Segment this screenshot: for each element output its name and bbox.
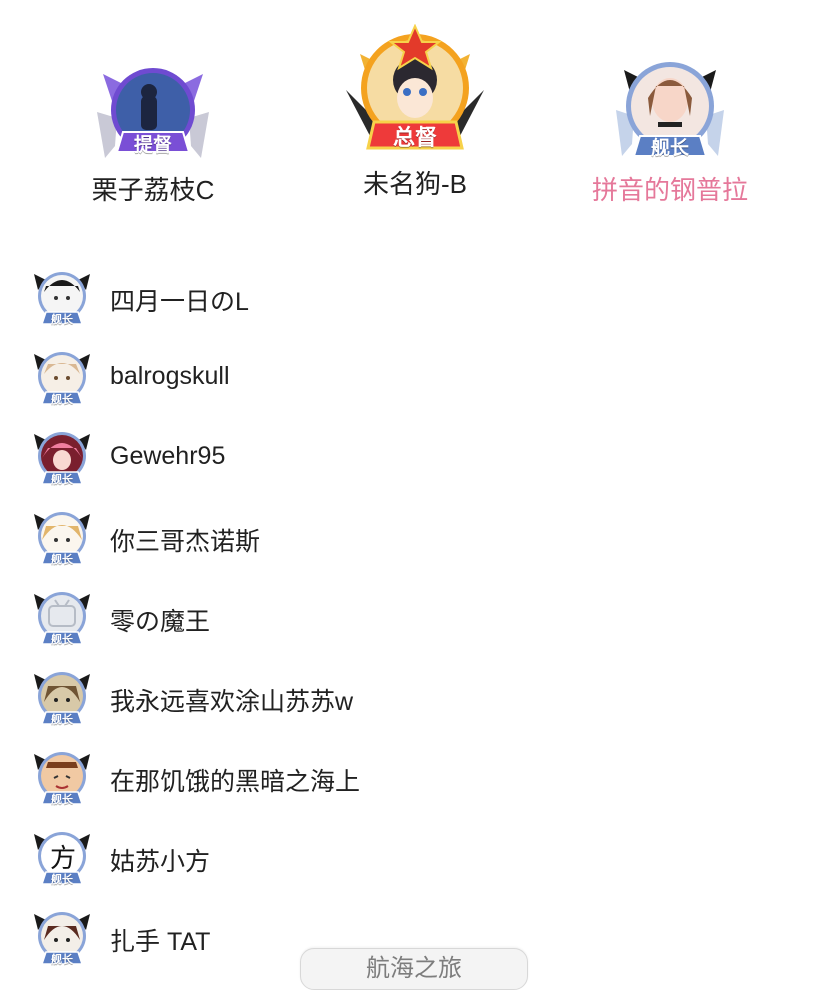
user-name: balrogskull [110,362,230,390]
user-name: Gewehr95 [110,442,226,470]
user-name: 姑苏小方 [110,848,211,876]
captain-badge-label: 舰长 [51,314,73,326]
voyage-tab-button[interactable]: 航海之旅 [300,948,528,990]
governor-badge-label: 总督 [392,125,438,150]
avatar: 舰长 [32,508,92,568]
top-three-section: 提督 栗子荔枝C 总督 未名狗-B 舰长 拼音的钢普拉 [0,0,828,230]
avatar: 舰长 [32,428,92,488]
captain-badge-label: 舰长 [51,714,73,726]
list-item[interactable]: 舰长 我永远喜欢涂山苏苏w [0,662,828,742]
captain-list: 舰长 四月一日のL 舰长 balrogskull 舰长 Gewehr95 舰长 … [0,262,828,982]
list-item[interactable]: 舰长 零の魔王 [0,582,828,662]
captain-badge-label: 舰长 [51,794,73,806]
top-user-governor[interactable]: 总督 未名狗-B [340,24,490,201]
captain-badge-label: 舰长 [51,474,73,486]
captain-badge-label: 舰长 [51,554,73,566]
user-name: 扎手 TAT [110,928,211,956]
list-item[interactable]: 舰长 balrogskull [0,342,828,422]
voyage-tab-label: 航海之旅 [366,955,462,982]
avatar: 舰长 [32,268,92,328]
captain-frame: 舰长 [610,56,730,170]
avatar: 舰长 [32,348,92,408]
avatar: 方 舰长 [32,828,92,888]
list-item[interactable]: 舰长 你三哥杰诺斯 [0,502,828,582]
captain-badge-label: 舰长 [51,954,73,966]
captain-badge-label: 舰长 [51,634,73,646]
list-item[interactable]: 舰长 四月一日のL [0,262,828,342]
list-item[interactable]: 方 舰长 姑苏小方 [0,822,828,902]
list-item[interactable]: 舰长 在那饥饿的黑暗之海上 [0,742,828,822]
avatar: 舰长 [32,748,92,808]
avatar: 舰长 [32,908,92,968]
avatar-letter: 方 [50,844,77,874]
admiral-badge-label: 提督 [133,135,173,156]
top-user-name: 拼音的钢普拉 [591,175,748,205]
top-user-name: 未名狗-B [362,169,467,199]
captain-badge-label: 舰长 [51,394,73,406]
user-name: 四月一日のL [110,288,249,316]
top-user-name: 栗子荔枝C [91,175,215,205]
captain-badge-label: 舰长 [650,138,690,159]
user-name: 你三哥杰诺斯 [110,528,261,556]
captain-badge-label: 舰长 [51,874,73,886]
user-name: 在那饥饿的黑暗之海上 [110,768,361,796]
top-user-admiral[interactable]: 提督 栗子荔枝C [88,60,218,207]
governor-frame: 总督 [340,24,490,152]
avatar: 舰长 [32,588,92,648]
user-name: 零の魔王 [110,608,211,636]
avatar: 舰长 [32,668,92,728]
top-user-captain[interactable]: 舰长 拼音的钢普拉 [590,56,750,207]
user-name: 我永远喜欢涂山苏苏w [110,688,354,716]
admiral-frame: 提督 [93,60,213,170]
list-item[interactable]: 舰长 Gewehr95 [0,422,828,502]
